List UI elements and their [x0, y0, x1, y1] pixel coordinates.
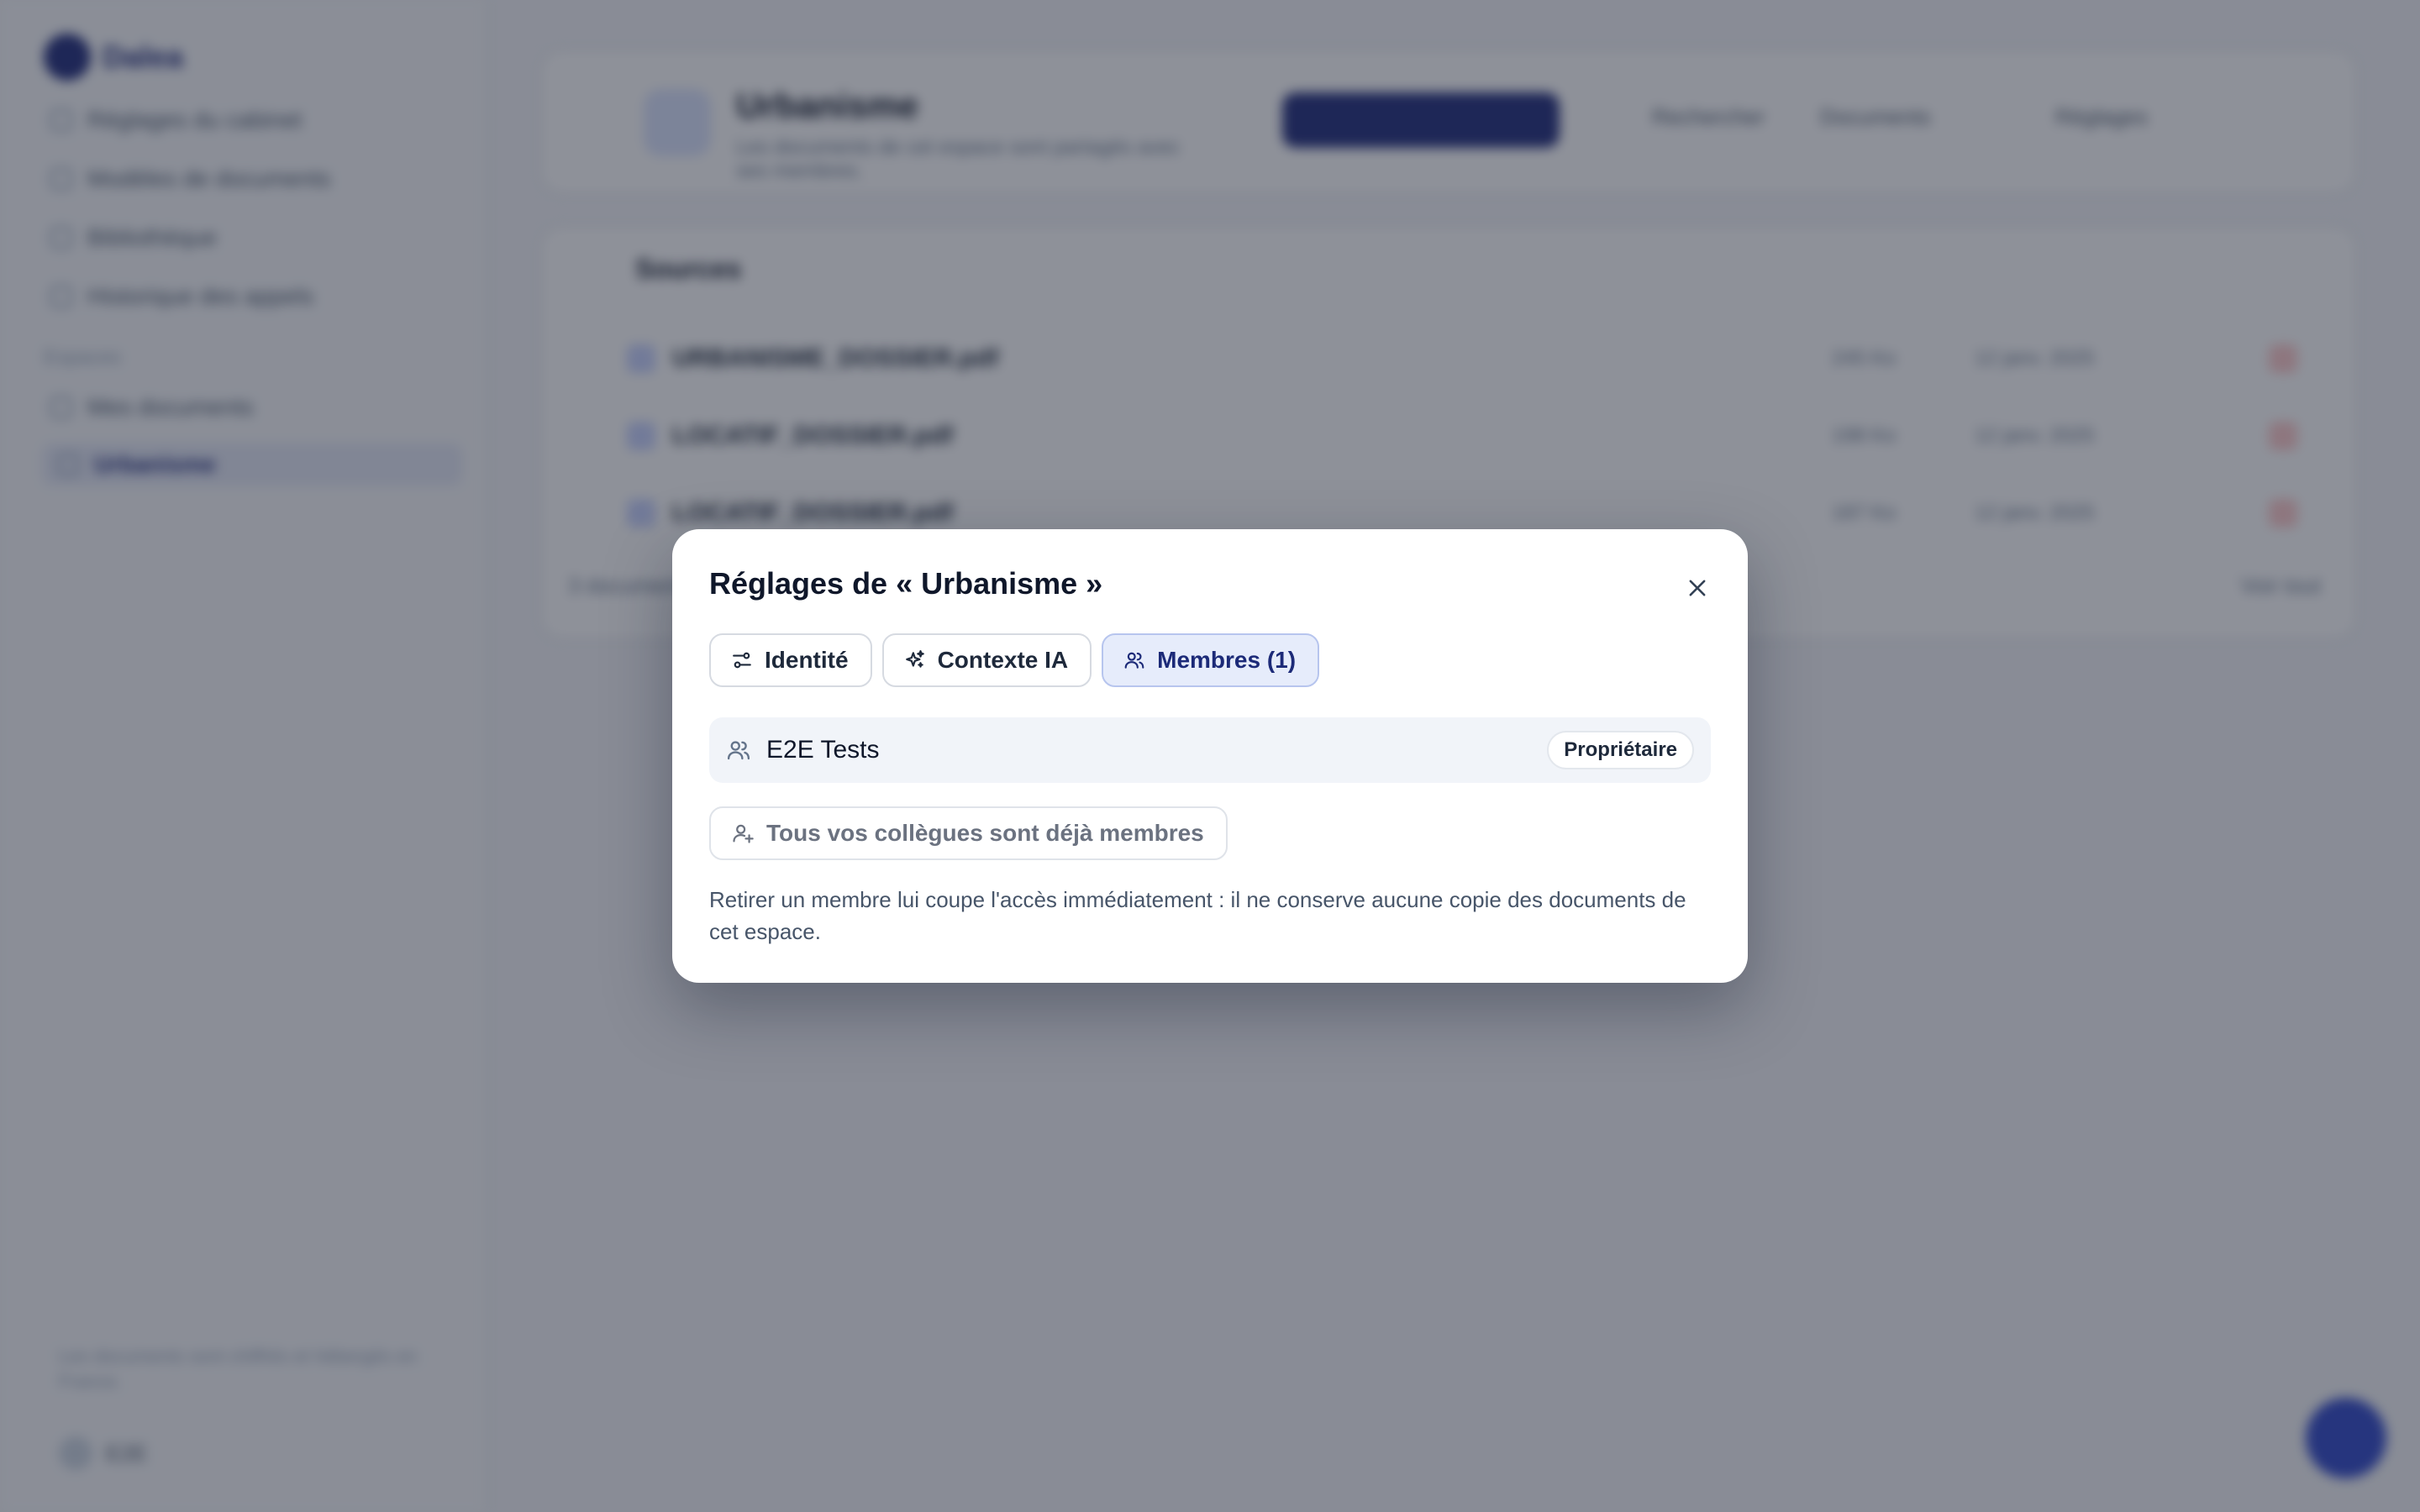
tab-membres[interactable]: Membres (1) [1102, 633, 1320, 687]
member-name: E2E Tests [766, 736, 880, 764]
role-badge: Propriétaire [1547, 731, 1694, 769]
sliders-icon [733, 652, 751, 669]
close-icon [1689, 580, 1706, 596]
list-item: E2E Tests Propriétaire [709, 717, 1711, 783]
tab-contexte-ia[interactable]: Contexte IA [881, 633, 1092, 687]
tab-label: Identité [765, 647, 849, 673]
sparkles-icon [905, 650, 924, 668]
close-button[interactable] [1681, 571, 1714, 605]
settings-tabs: Identité Contexte IA Membres (1) [709, 633, 1320, 687]
space-settings-modal: Réglages de « Urbanisme » Identité Conte… [672, 529, 1748, 983]
tab-label: Contexte IA [937, 647, 1069, 673]
tab-identite[interactable]: Identité [709, 633, 872, 687]
tab-label: Membres (1) [1157, 647, 1297, 673]
add-member-label: Tous vos collègues sont déjà membres [766, 820, 1204, 846]
users-icon [727, 741, 750, 760]
users-icon [1124, 652, 1144, 669]
user-plus-icon [733, 824, 754, 843]
add-member-button[interactable]: Tous vos collègues sont déjà membres [709, 806, 1228, 860]
members-help-text: Retirer un membre lui coupe l'accès immé… [709, 887, 1686, 944]
modal-title: Réglages de « Urbanisme » [709, 566, 1103, 601]
